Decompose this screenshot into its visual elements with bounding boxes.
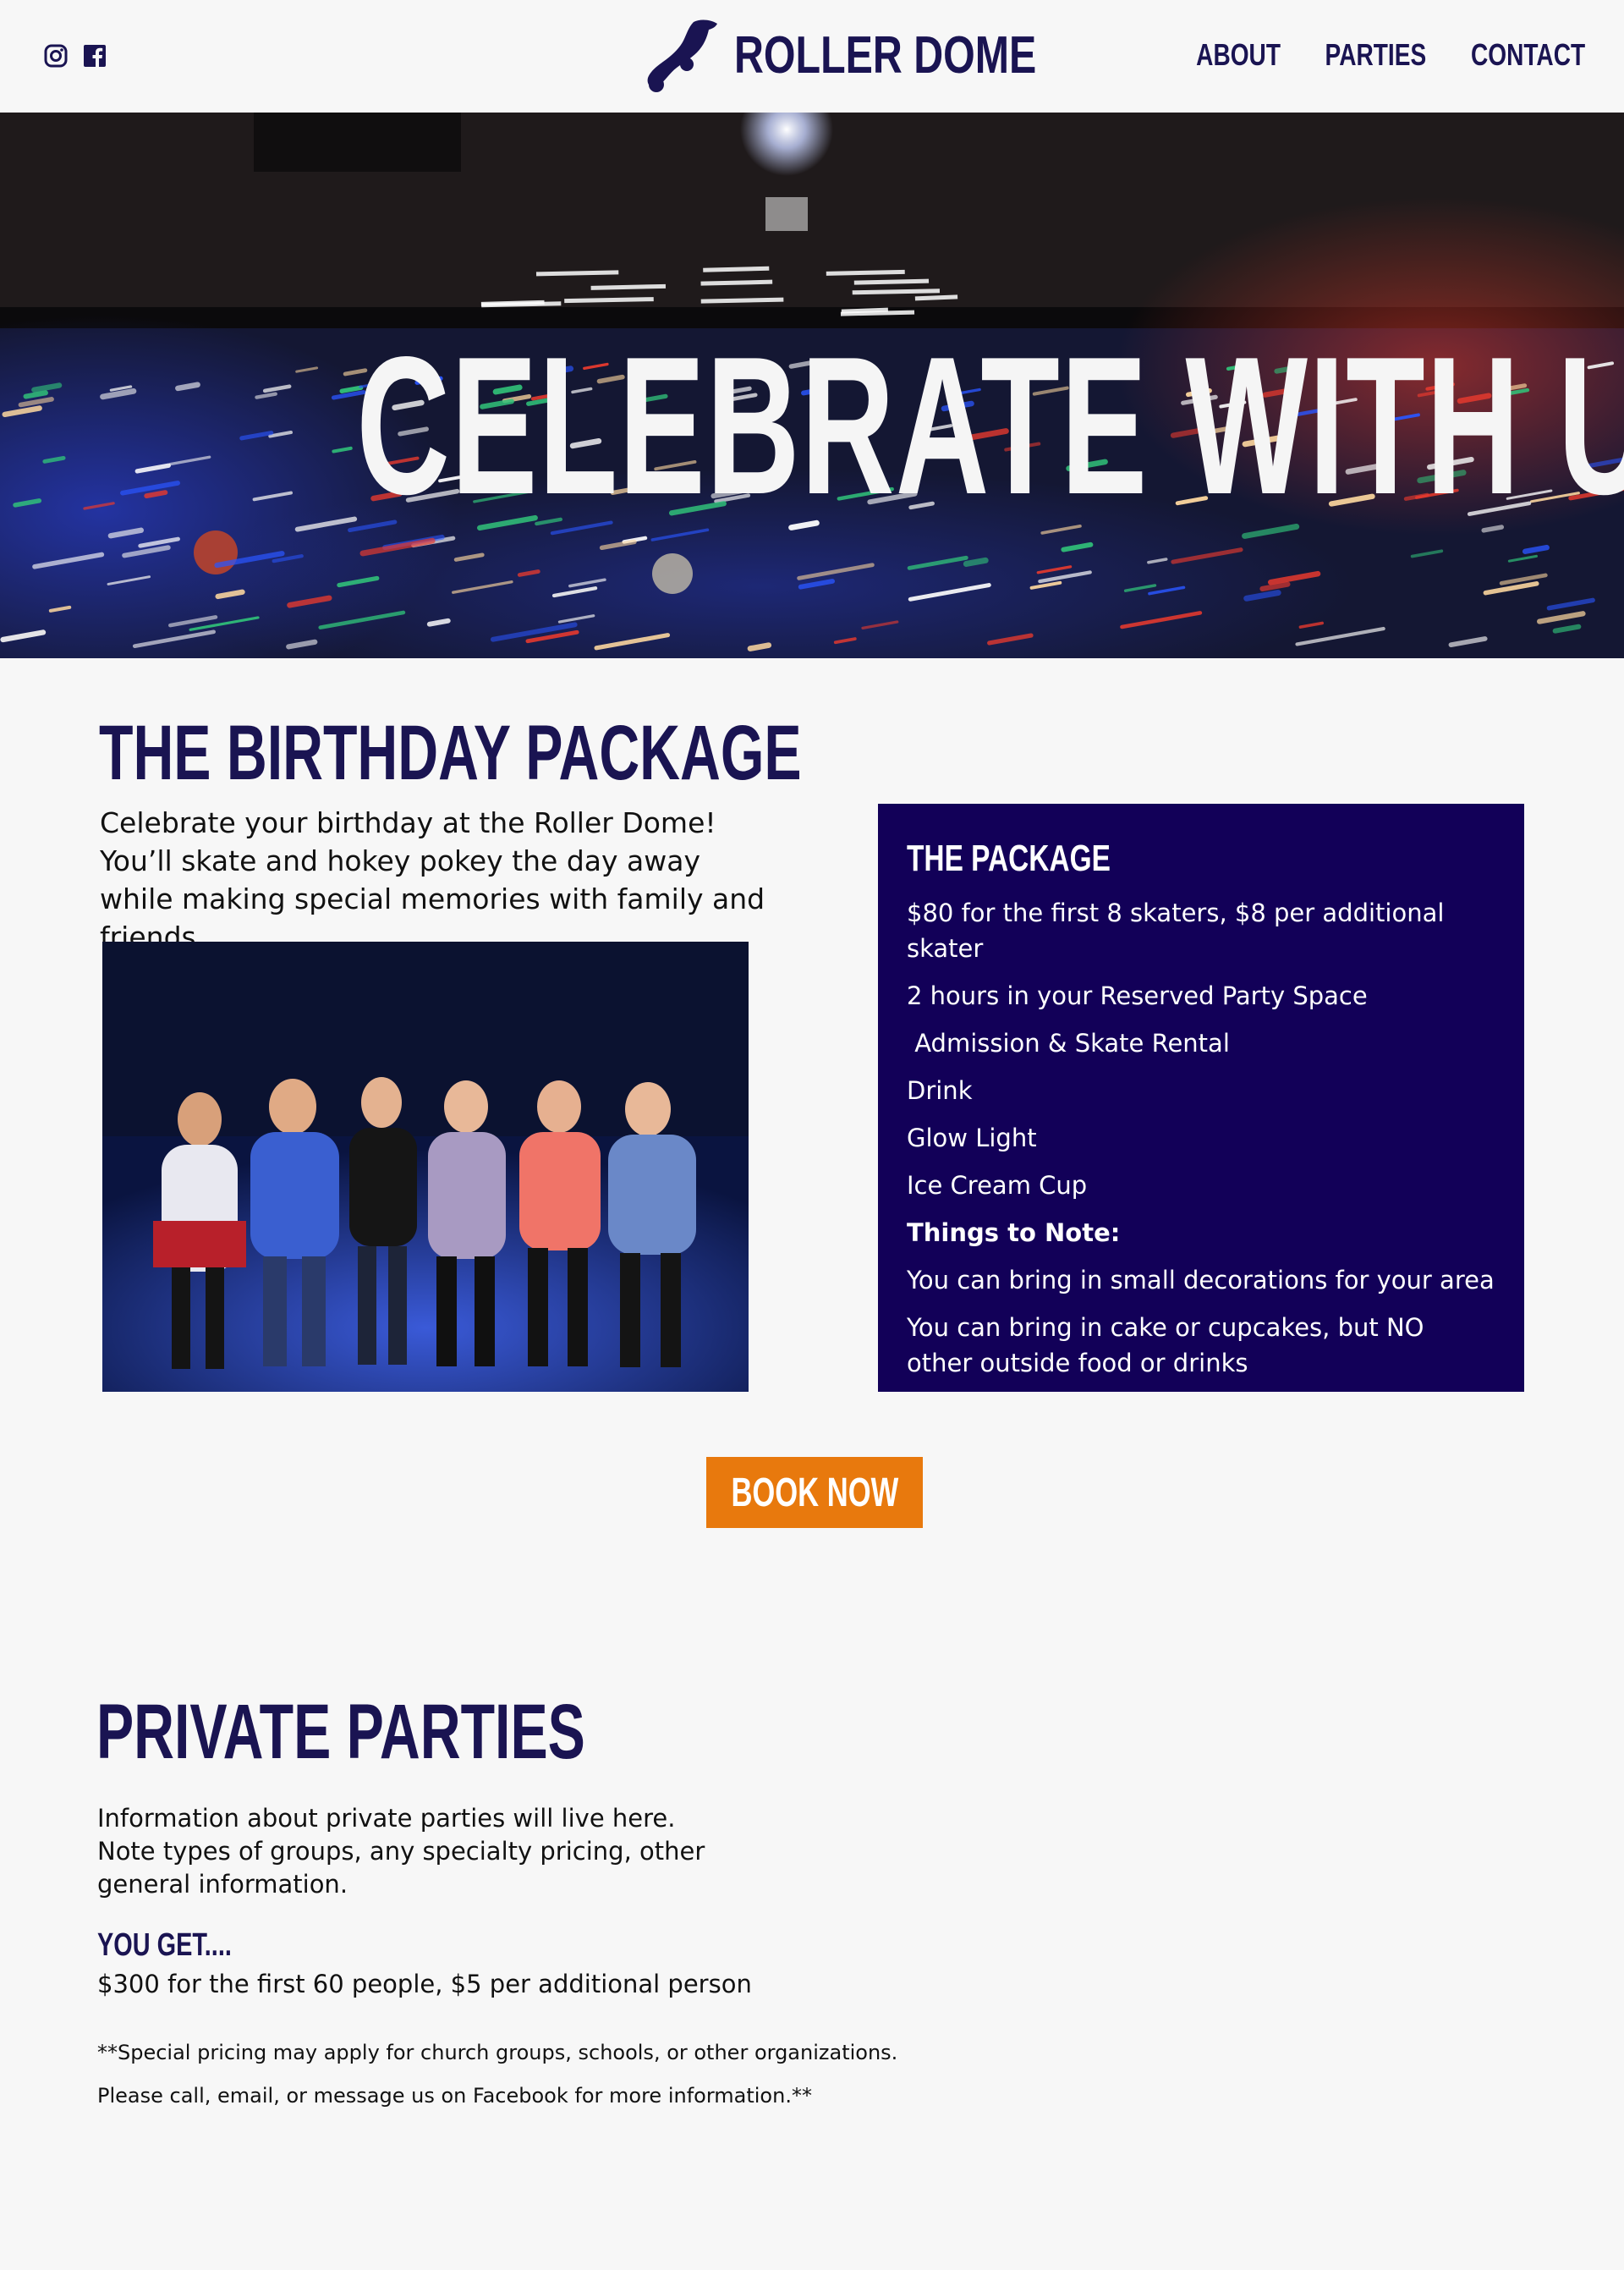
private-parties-description: Information about private parties will l…: [97, 1804, 705, 1899]
facebook-icon[interactable]: [83, 44, 107, 68]
package-item: Admission & Skate Rental: [907, 1029, 1230, 1058]
rink-light-streak: [590, 283, 667, 290]
birthday-description: Celebrate your birthday at the Roller Do…: [100, 806, 765, 954]
rink-light-streak: [853, 278, 930, 285]
main-nav: ABOUT PARTIES CONTACT: [1137, 37, 1585, 73]
nav-parties[interactable]: PARTIES: [1325, 37, 1427, 73]
package-item: $80 for the first 8 skaters, $8 per addi…: [907, 899, 1445, 963]
rink-light-streak: [703, 266, 770, 272]
rink-light-streak: [914, 294, 958, 301]
brand-logo[interactable]: ROLLER DOME: [645, 17, 1122, 93]
package-item: 2 hours in your Reserved Party Space: [907, 981, 1368, 1010]
package-note: You can bring in small decorations for y…: [907, 1266, 1495, 1294]
rink-light-streak: [535, 270, 619, 277]
contact-info-note: Please call, email, or message us on Fac…: [97, 2084, 812, 2108]
private-parties-price: $300 for the first 60 people, $5 per add…: [97, 1970, 752, 1998]
rink-light-streak: [747, 642, 772, 651]
rink-light-streak: [963, 557, 989, 567]
rink-light-streak: [852, 289, 941, 295]
special-pricing-note: **Special pricing may apply for church g…: [97, 2041, 898, 2064]
rink-light-streak: [426, 618, 451, 627]
package-note: You can bring in cake or cupcakes, but N…: [907, 1313, 1424, 1377]
book-now-label: BOOK NOW: [731, 1470, 898, 1515]
nav-about[interactable]: ABOUT: [1182, 37, 1281, 73]
rink-light-streak: [564, 297, 654, 304]
birthday-package-title: THE BIRTHDAY PACKAGE: [99, 710, 802, 796]
package-list: $80 for the first 8 skaters, $8 per addi…: [907, 895, 1495, 1381]
brand-name: ROLLER DOME: [734, 25, 1037, 85]
site-header: ROLLER DOME ABOUT PARTIES CONTACT: [0, 0, 1624, 113]
package-item: Ice Cream Cup: [907, 1171, 1088, 1200]
you-get-heading: YOU GET....: [97, 1927, 232, 1963]
book-now-button[interactable]: BOOK NOW: [706, 1457, 923, 1528]
hero-banner: CELEBRATE WITH US: [0, 113, 1624, 658]
package-details-card: THE PACKAGE $80 for the first 8 skaters,…: [878, 804, 1524, 1392]
rink-light-streak: [841, 307, 888, 314]
instagram-icon[interactable]: [44, 44, 68, 68]
private-parties-title: PRIVATE PARTIES: [96, 1689, 585, 1775]
rink-light-streak: [481, 301, 562, 308]
roller-skate-icon: [647, 19, 717, 92]
rink-light-streak: [826, 269, 905, 276]
social-links: [44, 44, 107, 68]
party-group-photo: [102, 942, 749, 1392]
package-title: THE PACKAGE: [907, 838, 1111, 879]
nav-contact[interactable]: CONTACT: [1471, 37, 1585, 73]
rink-light-streak: [700, 279, 773, 286]
package-item: Glow Light: [907, 1124, 1037, 1152]
hero-title: CELEBRATE WITH US: [356, 316, 1624, 536]
notes-heading: Things to Note:: [907, 1218, 1121, 1247]
package-item: Drink: [907, 1076, 973, 1105]
rink-light-streak: [700, 297, 784, 304]
